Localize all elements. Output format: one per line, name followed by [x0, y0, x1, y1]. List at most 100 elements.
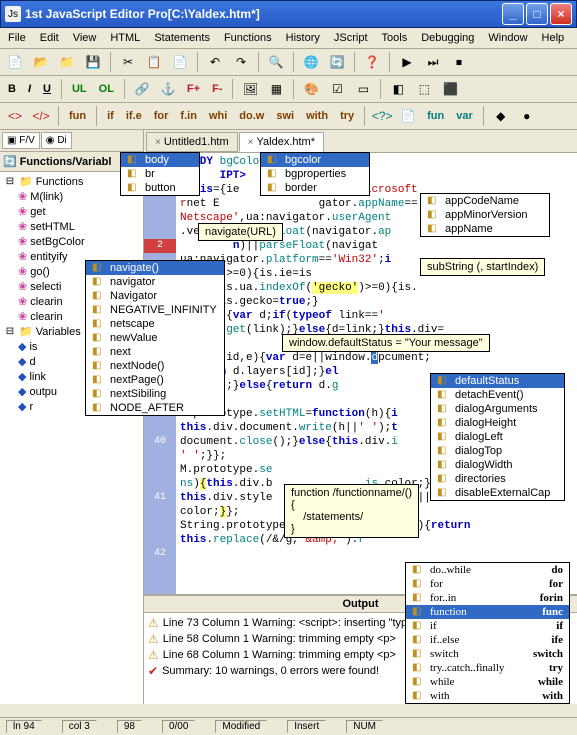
popup-item[interactable]: ◧dialogArguments	[431, 402, 564, 416]
sidebar-tab-di[interactable]: ◉ Di	[41, 132, 72, 149]
snippet-try[interactable]: try	[336, 108, 358, 124]
popup-item[interactable]: ◧newValue	[86, 331, 224, 345]
open2-icon[interactable]: 📁	[56, 51, 78, 73]
snippet-j2[interactable]: </>	[30, 105, 52, 127]
popup-item[interactable]: ◧appMinorVersion	[421, 208, 549, 222]
color-icon[interactable]: 🎨	[300, 78, 322, 100]
maximize-button[interactable]: □	[526, 3, 548, 25]
find-icon[interactable]: 🔍	[265, 51, 287, 73]
check-icon[interactable]: ☑	[326, 78, 348, 100]
browser-icon[interactable]: 🌐	[300, 51, 322, 73]
popup-item-bgproperties[interactable]: ◧bgproperties	[261, 167, 369, 181]
menu-history[interactable]: History	[284, 31, 322, 45]
popup-item[interactable]: ◧directories	[431, 472, 564, 486]
popup-item-br[interactable]: ◧br	[121, 167, 199, 181]
menu-view[interactable]: View	[71, 31, 99, 45]
snippet-ife[interactable]: if.e	[122, 108, 146, 124]
popup-item[interactable]: ◧dialogLeft	[431, 430, 564, 444]
menu-functions[interactable]: Functions	[222, 31, 274, 45]
popup-item[interactable]: ◧nextPage()	[86, 373, 224, 387]
refresh-icon[interactable]: 🔄	[326, 51, 348, 73]
snippet-fun2[interactable]: fun	[423, 108, 448, 124]
popup-item[interactable]: ◧ifif	[406, 619, 569, 633]
debug-icon[interactable]: ▶	[396, 51, 418, 73]
refresh-tree-icon[interactable]: 🔄	[3, 155, 17, 168]
new-icon[interactable]: 📄	[4, 51, 26, 73]
popup-item-body[interactable]: ◧body	[121, 153, 199, 167]
snippet-fin[interactable]: f.in	[176, 108, 201, 124]
popup-item[interactable]: ◧forfor	[406, 577, 569, 591]
snippet-if[interactable]: if	[103, 108, 118, 124]
menu-edit[interactable]: Edit	[38, 31, 61, 45]
popup-item[interactable]: ◧Navigator	[86, 289, 224, 303]
menu-debugging[interactable]: Debugging	[419, 31, 476, 45]
popup-item[interactable]: ◧navigator	[86, 275, 224, 289]
close-button[interactable]: ×	[550, 3, 572, 25]
tree-fn-item[interactable]: ❀get	[2, 204, 141, 219]
menu-statements[interactable]: Statements	[152, 31, 212, 45]
popup-app[interactable]: ◧appCodeName ◧appMinorVersion ◧appName	[420, 193, 550, 237]
file-tab-yaldex[interactable]: ×Yaldex.htm*	[239, 132, 324, 152]
popup-item[interactable]: ◧for..inforin	[406, 591, 569, 605]
tree-fn-item[interactable]: ❀setHTML	[2, 219, 141, 234]
ul-button[interactable]: UL	[68, 81, 91, 97]
snippet-tag[interactable]: <?>	[371, 105, 393, 127]
menu-tools[interactable]: Tools	[380, 31, 410, 45]
stop-icon[interactable]: ⏹	[448, 51, 470, 73]
misc1-icon[interactable]: ◧	[387, 78, 409, 100]
menu-html[interactable]: HTML	[108, 31, 142, 45]
bold-button[interactable]: B	[4, 81, 20, 97]
popup-item[interactable]: ◧nextSibiling	[86, 387, 224, 401]
underline-button[interactable]: U	[39, 81, 55, 97]
paste-icon[interactable]: 📄	[169, 51, 191, 73]
help-icon[interactable]: ❓	[361, 51, 383, 73]
undo-icon[interactable]: ↶	[204, 51, 226, 73]
popup-tags[interactable]: ◧body ◧br ◧button	[120, 152, 200, 196]
popup-item[interactable]: ◧whilewhile	[406, 675, 569, 689]
popup-item[interactable]: ◧functionfunc	[406, 605, 569, 619]
popup-item[interactable]: ◧withwith	[406, 689, 569, 703]
popup-item[interactable]: ◧try..catch..finallytry	[406, 661, 569, 675]
link-icon[interactable]: 🔗	[131, 78, 153, 100]
popup-item[interactable]: ◧next	[86, 345, 224, 359]
redo-icon[interactable]: ↷	[230, 51, 252, 73]
minimize-button[interactable]: _	[502, 3, 524, 25]
menu-file[interactable]: File	[6, 31, 28, 45]
popup-item[interactable]: ◧dialogHeight	[431, 416, 564, 430]
snippet-fun[interactable]: fun	[65, 108, 90, 124]
copy-icon[interactable]: 📋	[143, 51, 165, 73]
menu-window[interactable]: Window	[486, 31, 529, 45]
popup-item-bgcolor[interactable]: ◧bgcolor	[261, 153, 369, 167]
image-icon[interactable]: 🖼	[239, 78, 261, 100]
save-icon[interactable]: 💾	[82, 51, 104, 73]
popup-item[interactable]: ◧defaultStatus	[431, 374, 564, 388]
popup-item[interactable]: ◧detachEvent()	[431, 388, 564, 402]
misc3-icon[interactable]: ⬛	[439, 78, 461, 100]
snippet-dow[interactable]: do.w	[235, 108, 268, 124]
popup-attrs[interactable]: ◧bgcolor ◧bgproperties ◧border	[260, 152, 370, 196]
snippet-with[interactable]: with	[302, 108, 332, 124]
popup-item-button[interactable]: ◧button	[121, 181, 199, 195]
popup-item-border[interactable]: ◧border	[261, 181, 369, 195]
popup-navigate[interactable]: ◧navigate() ◧navigator ◧Navigator ◧NEGAT…	[85, 260, 225, 416]
cut-icon[interactable]: ✂	[117, 51, 139, 73]
step-icon[interactable]: ⏭	[422, 51, 444, 73]
open-icon[interactable]: 📂	[30, 51, 52, 73]
popup-item[interactable]: ◧if..elseife	[406, 633, 569, 647]
menu-help[interactable]: Help	[540, 31, 567, 45]
close-tab-icon[interactable]: ×	[248, 137, 254, 148]
misc2-icon[interactable]: ⬚	[413, 78, 435, 100]
anchor-icon[interactable]: ⚓	[157, 78, 179, 100]
popup-item[interactable]: ◧do..whiledo	[406, 563, 569, 577]
snippet-for[interactable]: for	[150, 108, 173, 124]
popup-item[interactable]: ◧switchswitch	[406, 647, 569, 661]
popup-item[interactable]: ◧NEGATIVE_INFINITY	[86, 303, 224, 317]
popup-item[interactable]: ◧dialogTop	[431, 444, 564, 458]
italic-button[interactable]: I	[24, 81, 35, 97]
sidebar-tab-fv[interactable]: ▣ F/V	[2, 132, 40, 149]
table-icon[interactable]: ▦	[265, 78, 287, 100]
popup-statements[interactable]: ◧do..whiledo ◧forfor ◧for..inforin ◧func…	[405, 562, 570, 704]
popup-item[interactable]: ◧disableExternalCap	[431, 486, 564, 500]
popup-item[interactable]: ◧NODE_AFTER	[86, 401, 224, 415]
popup-item[interactable]: ◧nextNode()	[86, 359, 224, 373]
